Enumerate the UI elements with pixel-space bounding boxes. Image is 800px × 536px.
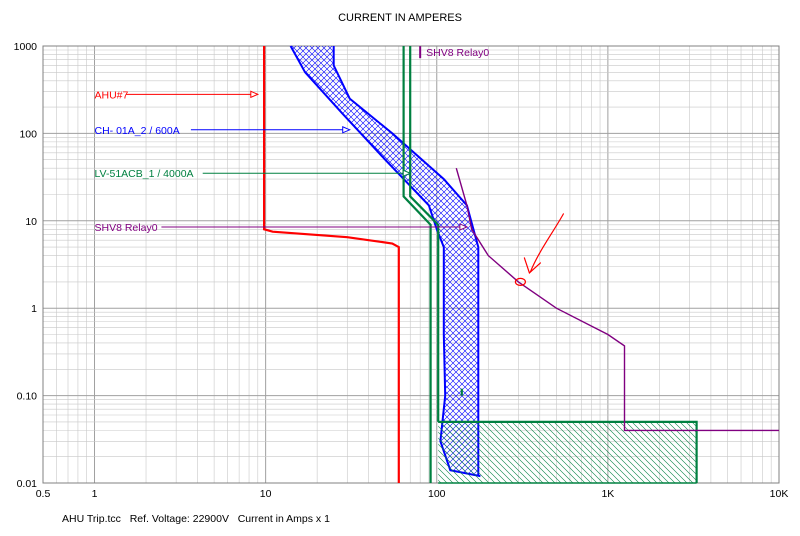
y-tick-label: 1 — [31, 303, 37, 315]
y-tick-label: 10 — [25, 216, 37, 228]
x-tick-label: 100 — [428, 488, 446, 500]
x-tick-label: 1 — [92, 488, 98, 500]
footer-file: AHU Trip.tcc — [62, 513, 121, 525]
lv-curve — [402, 46, 432, 483]
relay-label: SHV8 Relay0 — [95, 222, 158, 234]
y-tick-label: 100 — [19, 128, 37, 140]
ahu-curve — [263, 46, 400, 483]
ch-leader-arrowhead — [342, 126, 351, 134]
tcc-chart: 0.5 1 10 100 1K 10K 1000 100 10 1 0.10 0.01 AHU#7 CH-… — [14, 41, 789, 500]
x-tick-label: 1K — [601, 488, 614, 500]
footer-ref-voltage: Ref. Voltage: 22900V — [129, 513, 229, 525]
x-tick-label: 10K — [770, 488, 789, 500]
x-tick-label: 0.5 — [36, 488, 51, 500]
y-tick-label: 0.10 — [17, 391, 38, 403]
ahu-label: AHU#7 — [95, 89, 129, 101]
annotation-arrow-head — [523, 257, 542, 274]
lv-label: LV-51ACB_1 / 4000A — [95, 168, 194, 180]
x-tick-label: 10 — [260, 488, 272, 500]
annotation-arrow-shaft — [529, 213, 565, 273]
ch-label: CH- 01A_2 / 600A — [95, 125, 180, 137]
relay-top-label: SHV8 Relay0 — [426, 47, 489, 59]
y-tick-label: 1000 — [14, 41, 38, 53]
footer-current-scale: Current in Amps x 1 — [237, 513, 330, 525]
lv-curve — [409, 46, 440, 422]
ahu-leader-arrowhead — [250, 90, 260, 99]
relay-curve — [455, 168, 779, 432]
footer-info: AHU Trip.tcc Ref. Voltage: 22900V Curren… — [62, 513, 330, 525]
y-tick-label: 0.01 — [17, 478, 38, 490]
